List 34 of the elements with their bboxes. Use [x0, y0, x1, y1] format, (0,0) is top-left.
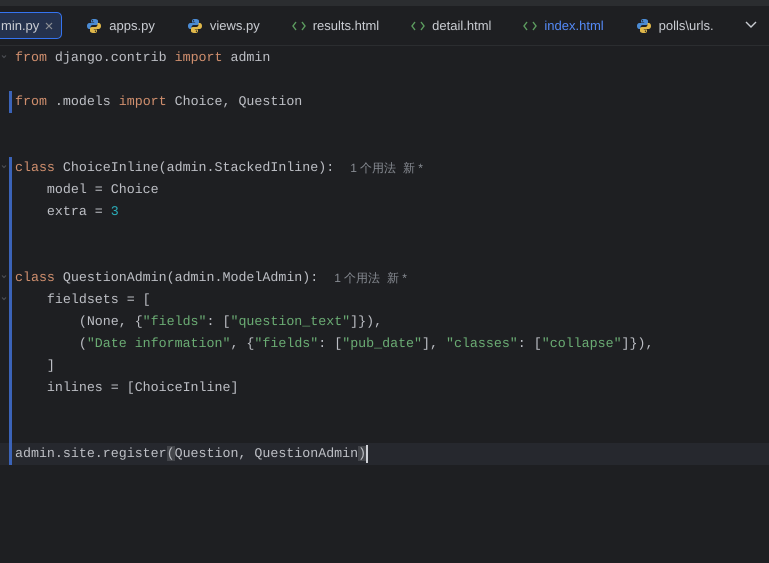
python-icon	[636, 18, 652, 34]
fold-icon[interactable]	[1, 296, 7, 302]
chevron-down-icon[interactable]	[745, 21, 757, 29]
editor-tab[interactable]: polls\urls.	[628, 12, 722, 39]
editor-tab[interactable]: detail.html	[403, 12, 500, 39]
usage-hint[interactable]: 1 个用法 新 *	[334, 269, 407, 287]
python-icon	[186, 18, 203, 34]
code-line: (None, {"fields": ["question_text"]}),	[78, 313, 382, 331]
code-line: admin.site.register(Question, QuestionAdmin)	[15, 445, 366, 463]
text-cursor	[366, 445, 368, 463]
code-line: class ChoiceInline(admin.StackedInline):	[15, 159, 334, 177]
code-line: ]	[46, 357, 55, 375]
fold-icon[interactable]	[1, 274, 7, 280]
python-icon	[86, 18, 102, 34]
code-brackets-icon	[411, 20, 426, 30]
usage-hint[interactable]: 1 个用法 新 *	[350, 159, 423, 177]
code-line: extra = 3	[46, 203, 119, 221]
code-line: from .models import Choice, Question	[15, 93, 302, 111]
editor-tab[interactable]: index.html	[515, 12, 612, 39]
editor-tab[interactable]: views.py	[178, 12, 268, 39]
close-icon[interactable]	[45, 22, 54, 30]
code-line: ("Date information", {"fields": ["pub_date"], "classes": ["collapse"]}),	[78, 335, 654, 353]
code-line: from django.contrib import admin	[15, 49, 270, 67]
code-line: fieldsets = [	[46, 291, 151, 309]
editor-tab[interactable]: results.html	[284, 12, 388, 39]
code-line: class QuestionAdmin(admin.ModelAdmin):	[15, 269, 318, 287]
code-brackets-icon	[292, 20, 306, 30]
editor-tab[interactable]: apps.py	[78, 12, 163, 39]
editor-tab[interactable]: min.py	[0, 12, 62, 39]
code-brackets-icon	[523, 20, 538, 30]
fold-icon[interactable]	[1, 164, 7, 170]
fold-icon[interactable]	[1, 54, 7, 60]
code-line: model = Choice	[46, 181, 159, 199]
code-line: inlines = [ChoiceInline]	[46, 379, 238, 397]
